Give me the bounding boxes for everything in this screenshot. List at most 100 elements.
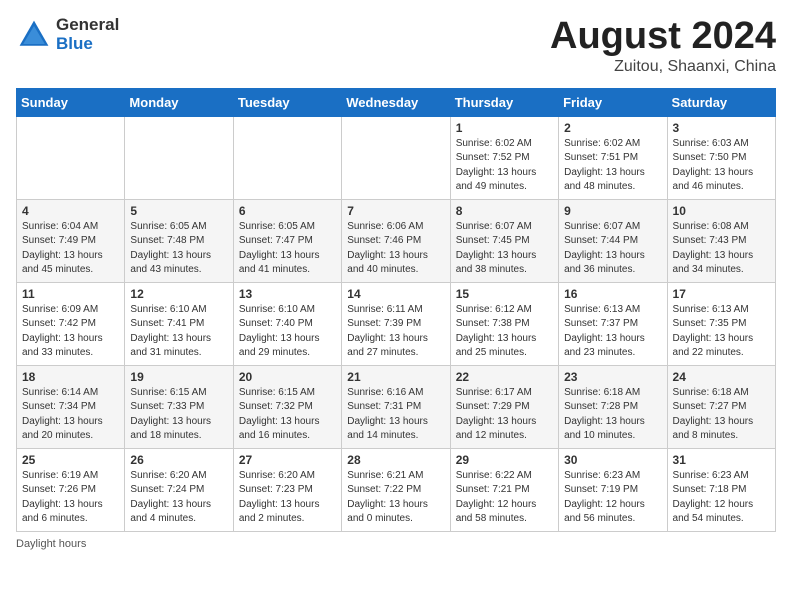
calendar-cell: 8 Sunrise: 6:07 AM Sunset: 7:45 PM Daylig… (450, 199, 558, 282)
calendar-cell: 21 Sunrise: 6:16 AM Sunset: 7:31 PM Dayli… (342, 365, 450, 448)
day-number: 31 (673, 453, 770, 467)
calendar-location: Zuitou, Shaanxi, China (550, 58, 776, 76)
day-detail: Sunrise: 6:07 AM Sunset: 7:45 PM Dayligh… (456, 220, 553, 278)
day-detail: Sunrise: 6:18 AM Sunset: 7:28 PM Dayligh… (564, 386, 661, 444)
day-detail: Sunrise: 6:02 AM Sunset: 7:51 PM Dayligh… (564, 137, 661, 195)
calendar-cell: 3Sunrise: 6:03 AM Sunset: 7:50 PM Daylig… (667, 116, 775, 199)
day-detail: Sunrise: 6:13 AM Sunset: 7:35 PM Dayligh… (673, 303, 770, 361)
calendar-cell: 1 Sunrise: 6:02 AM Sunset: 7:52 PM Daylig… (450, 116, 558, 199)
weekday-header-friday: Friday (559, 88, 667, 116)
calendar-week-2: 4 Sunrise: 6:04 AM Sunset: 7:49 PM Daylig… (17, 199, 776, 282)
calendar-cell: 10Sunrise: 6:08 AM Sunset: 7:43 PM Dayli… (667, 199, 775, 282)
weekday-header-saturday: Saturday (667, 88, 775, 116)
day-detail: Sunrise: 6:08 AM Sunset: 7:43 PM Dayligh… (673, 220, 770, 278)
calendar-week-4: 18 Sunrise: 6:14 AM Sunset: 7:34 PM Dayli… (17, 365, 776, 448)
day-number: 4 (22, 204, 119, 218)
calendar-cell: 30Sunrise: 6:23 AM Sunset: 7:19 PM Dayli… (559, 448, 667, 531)
day-detail: Sunrise: 6:14 AM Sunset: 7:34 PM Dayligh… (22, 386, 119, 444)
day-number: 5 (130, 204, 227, 218)
calendar-week-3: 11Sunrise: 6:09 AM Sunset: 7:42 PM Dayli… (17, 282, 776, 365)
day-detail: Sunrise: 6:17 AM Sunset: 7:29 PM Dayligh… (456, 386, 553, 444)
calendar-cell: 6 Sunrise: 6:05 AM Sunset: 7:47 PM Daylig… (233, 199, 341, 282)
day-number: 16 (564, 287, 661, 301)
day-number: 15 (456, 287, 553, 301)
calendar-cell: 4 Sunrise: 6:04 AM Sunset: 7:49 PM Daylig… (17, 199, 125, 282)
day-detail: Sunrise: 6:09 AM Sunset: 7:42 PM Dayligh… (22, 303, 119, 361)
day-detail: Sunrise: 6:10 AM Sunset: 7:40 PM Dayligh… (239, 303, 336, 361)
day-number: 23 (564, 370, 661, 384)
day-number: 25 (22, 453, 119, 467)
day-number: 22 (456, 370, 553, 384)
day-number: 9 (564, 204, 661, 218)
calendar-cell: 27Sunrise: 6:20 AM Sunset: 7:23 PM Dayli… (233, 448, 341, 531)
day-number: 29 (456, 453, 553, 467)
day-detail: Sunrise: 6:07 AM Sunset: 7:44 PM Dayligh… (564, 220, 661, 278)
day-detail: Sunrise: 6:05 AM Sunset: 7:47 PM Dayligh… (239, 220, 336, 278)
weekday-header-thursday: Thursday (450, 88, 558, 116)
calendar-cell: 2 Sunrise: 6:02 AM Sunset: 7:51 PM Daylig… (559, 116, 667, 199)
footer: Daylight hours (16, 538, 776, 550)
day-detail: Sunrise: 6:21 AM Sunset: 7:22 PM Dayligh… (347, 469, 444, 527)
day-detail: Sunrise: 6:23 AM Sunset: 7:18 PM Dayligh… (673, 469, 770, 527)
weekday-header-row: SundayMondayTuesdayWednesdayThursdayFrid… (17, 88, 776, 116)
day-detail: Sunrise: 6:22 AM Sunset: 7:21 PM Dayligh… (456, 469, 553, 527)
calendar-cell: 20Sunrise: 6:15 AM Sunset: 7:32 PM Dayli… (233, 365, 341, 448)
logo-blue-text: Blue (56, 35, 119, 54)
day-detail: Sunrise: 6:19 AM Sunset: 7:26 PM Dayligh… (22, 469, 119, 527)
calendar-cell: 16Sunrise: 6:13 AM Sunset: 7:37 PM Dayli… (559, 282, 667, 365)
day-detail: Sunrise: 6:15 AM Sunset: 7:33 PM Dayligh… (130, 386, 227, 444)
day-number: 12 (130, 287, 227, 301)
day-number: 20 (239, 370, 336, 384)
day-number: 21 (347, 370, 444, 384)
calendar-cell: 24Sunrise: 6:18 AM Sunset: 7:27 PM Dayli… (667, 365, 775, 448)
title-block: August 2024 Zuitou, Shaanxi, China (550, 16, 776, 76)
day-detail: Sunrise: 6:06 AM Sunset: 7:46 PM Dayligh… (347, 220, 444, 278)
calendar-cell: 28 Sunrise: 6:21 AM Sunset: 7:22 PM Dayli… (342, 448, 450, 531)
weekday-header-wednesday: Wednesday (342, 88, 450, 116)
logo-general-text: General (56, 16, 119, 35)
calendar-cell: 7 Sunrise: 6:06 AM Sunset: 7:46 PM Daylig… (342, 199, 450, 282)
calendar-cell (342, 116, 450, 199)
calendar-cell: 11Sunrise: 6:09 AM Sunset: 7:42 PM Dayli… (17, 282, 125, 365)
weekday-header-tuesday: Tuesday (233, 88, 341, 116)
daylight-label: Daylight hours (16, 538, 86, 550)
day-detail: Sunrise: 6:11 AM Sunset: 7:39 PM Dayligh… (347, 303, 444, 361)
day-number: 17 (673, 287, 770, 301)
calendar-cell: 25 Sunrise: 6:19 AM Sunset: 7:26 PM Dayli… (17, 448, 125, 531)
calendar-cell: 26Sunrise: 6:20 AM Sunset: 7:24 PM Dayli… (125, 448, 233, 531)
day-number: 6 (239, 204, 336, 218)
day-number: 27 (239, 453, 336, 467)
day-detail: Sunrise: 6:12 AM Sunset: 7:38 PM Dayligh… (456, 303, 553, 361)
day-number: 8 (456, 204, 553, 218)
page-header: General Blue August 2024 Zuitou, Shaanxi… (16, 16, 776, 76)
calendar-cell (17, 116, 125, 199)
calendar-cell: 9 Sunrise: 6:07 AM Sunset: 7:44 PM Daylig… (559, 199, 667, 282)
calendar-cell: 29 Sunrise: 6:22 AM Sunset: 7:21 PM Dayli… (450, 448, 558, 531)
weekday-header-sunday: Sunday (17, 88, 125, 116)
day-number: 28 (347, 453, 444, 467)
day-detail: Sunrise: 6:18 AM Sunset: 7:27 PM Dayligh… (673, 386, 770, 444)
calendar-title: August 2024 (550, 16, 776, 58)
calendar-cell (125, 116, 233, 199)
calendar-week-5: 25 Sunrise: 6:19 AM Sunset: 7:26 PM Dayli… (17, 448, 776, 531)
calendar-cell: 17 Sunrise: 6:13 AM Sunset: 7:35 PM Dayli… (667, 282, 775, 365)
day-detail: Sunrise: 6:05 AM Sunset: 7:48 PM Dayligh… (130, 220, 227, 278)
day-detail: Sunrise: 6:10 AM Sunset: 7:41 PM Dayligh… (130, 303, 227, 361)
calendar-cell: 22 Sunrise: 6:17 AM Sunset: 7:29 PM Dayli… (450, 365, 558, 448)
calendar-table: SundayMondayTuesdayWednesdayThursdayFrid… (16, 88, 776, 532)
day-number: 2 (564, 121, 661, 135)
day-detail: Sunrise: 6:03 AM Sunset: 7:50 PM Dayligh… (673, 137, 770, 195)
calendar-cell (233, 116, 341, 199)
day-number: 1 (456, 121, 553, 135)
day-detail: Sunrise: 6:16 AM Sunset: 7:31 PM Dayligh… (347, 386, 444, 444)
calendar-cell: 12 Sunrise: 6:10 AM Sunset: 7:41 PM Dayli… (125, 282, 233, 365)
calendar-cell: 23 Sunrise: 6:18 AM Sunset: 7:28 PM Dayli… (559, 365, 667, 448)
day-number: 18 (22, 370, 119, 384)
weekday-header-monday: Monday (125, 88, 233, 116)
day-detail: Sunrise: 6:04 AM Sunset: 7:49 PM Dayligh… (22, 220, 119, 278)
logo: General Blue (16, 16, 119, 53)
day-number: 7 (347, 204, 444, 218)
calendar-week-1: 1 Sunrise: 6:02 AM Sunset: 7:52 PM Daylig… (17, 116, 776, 199)
day-detail: Sunrise: 6:02 AM Sunset: 7:52 PM Dayligh… (456, 137, 553, 195)
calendar-cell: 18 Sunrise: 6:14 AM Sunset: 7:34 PM Dayli… (17, 365, 125, 448)
